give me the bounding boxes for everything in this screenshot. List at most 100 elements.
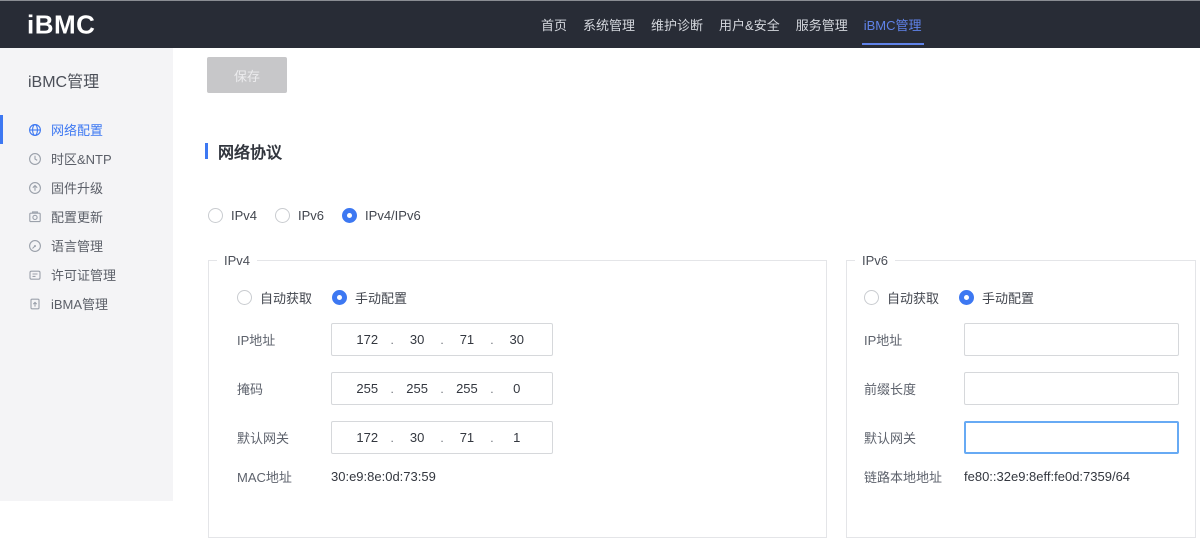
nav-system-management[interactable]: 系统管理 xyxy=(583,1,635,48)
sidebar-item-config-update[interactable]: 配置更新 xyxy=(0,202,173,231)
ipv4-gateway-input[interactable]: 172 . 30 . 71 . 1 xyxy=(331,421,553,454)
ip-octet[interactable]: 172 xyxy=(344,430,391,445)
ipv6-gateway-label: 默认网关 xyxy=(864,428,964,447)
ipv6-link-local-row: 链路本地地址 fe80::32e9:8eff:fe0d:7359/64 xyxy=(847,466,1195,486)
sidebar-item-label: iBMA管理 xyxy=(51,294,108,313)
license-icon xyxy=(28,268,42,282)
nav-home[interactable]: 首页 xyxy=(541,1,567,48)
ipv6-link-local-label: 链路本地地址 xyxy=(864,467,964,486)
ip-octet[interactable]: 30 xyxy=(394,430,441,445)
ipv4-legend: IPv4 xyxy=(217,253,257,268)
radio-label: 手动配置 xyxy=(982,288,1034,307)
sidebar-item-label: 语言管理 xyxy=(51,236,103,255)
radio-unchecked-icon xyxy=(275,208,290,223)
ipv4-gateway-label: 默认网关 xyxy=(237,428,331,447)
sidebar-item-label: 时区&NTP xyxy=(51,149,112,168)
radio-checked-icon xyxy=(332,290,347,305)
sidebar-item-language-management[interactable]: 语言管理 xyxy=(0,231,173,260)
protocol-radio-group: IPv4 IPv6 IPv4/IPv6 xyxy=(208,208,421,223)
nav-ibmc-management[interactable]: iBMC管理 xyxy=(864,1,922,48)
main-content: 保存 网络协议 IPv4 IPv6 IPv4/IPv6 IPv4 自动获取 xyxy=(173,48,1200,501)
ipv6-ip-input[interactable] xyxy=(964,323,1179,356)
sidebar-item-license-management[interactable]: 许可证管理 xyxy=(0,260,173,289)
ipv4-gateway-row: 默认网关 172 . 30 . 71 . 1 xyxy=(209,421,826,454)
section-title-bar xyxy=(205,143,208,159)
ipv4-mask-input[interactable]: 255 . 255 . 255 . 0 xyxy=(331,372,553,405)
sidebar-item-label: 配置更新 xyxy=(51,207,103,226)
ip-octet[interactable]: 71 xyxy=(444,430,491,445)
ipv4-panel: IPv4 自动获取 手动配置 IP地址 172 . 30 . 7 xyxy=(208,253,827,538)
globe-icon xyxy=(28,123,42,137)
ipv6-mode-radio-group: 自动获取 手动配置 xyxy=(847,288,1195,307)
radio-label: 自动获取 xyxy=(260,288,312,307)
ipv4-ip-input[interactable]: 172 . 30 . 71 . 30 xyxy=(331,323,553,356)
radio-label: IPv4/IPv6 xyxy=(365,208,421,223)
ip-octet[interactable]: 255 xyxy=(344,381,391,396)
ip-octet[interactable]: 0 xyxy=(494,381,541,396)
radio-label: 自动获取 xyxy=(887,288,939,307)
ipv4-mode-radio-group: 自动获取 手动配置 xyxy=(209,288,826,307)
ipv6-panel: IPv6 自动获取 手动配置 IP地址 前缀长度 默认 xyxy=(846,253,1196,538)
ip-octet[interactable]: 71 xyxy=(444,332,491,347)
radio-label: IPv4 xyxy=(231,208,257,223)
ipv4-ip-row: IP地址 172 . 30 . 71 . 30 xyxy=(209,323,826,356)
sidebar-item-label: 网络配置 xyxy=(51,120,103,139)
ipv4-mac-row: MAC地址 30:e9:8e:0d:73:59 xyxy=(209,466,826,486)
protocol-panels: IPv4 自动获取 手动配置 IP地址 172 . 30 . 7 xyxy=(208,253,1196,538)
ipv4-radio-auto[interactable]: 自动获取 xyxy=(237,288,312,307)
language-icon xyxy=(28,239,42,253)
radio-unchecked-icon xyxy=(208,208,223,223)
ip-octet[interactable]: 172 xyxy=(344,332,391,347)
top-header: iBMC 首页 系统管理 维护诊断 用户&安全 服务管理 iBMC管理 xyxy=(0,0,1200,48)
radio-checked-icon xyxy=(959,290,974,305)
app-logo[interactable]: iBMC xyxy=(27,9,95,40)
ip-octet[interactable]: 30 xyxy=(494,332,541,347)
ipv6-prefix-row: 前缀长度 xyxy=(847,372,1195,405)
ipv4-mac-value: 30:e9:8e:0d:73:59 xyxy=(331,469,436,484)
ipv4-mask-row: 掩码 255 . 255 . 255 . 0 xyxy=(209,372,826,405)
ipv6-ip-label: IP地址 xyxy=(864,330,964,349)
ip-octet[interactable]: 255 xyxy=(444,381,491,396)
nav-user-security[interactable]: 用户&安全 xyxy=(719,1,780,48)
radio-unchecked-icon xyxy=(237,290,252,305)
ipv6-prefix-label: 前缀长度 xyxy=(864,379,964,398)
ipv6-radio-auto[interactable]: 自动获取 xyxy=(864,288,939,307)
sidebar-item-timezone-ntp[interactable]: 时区&NTP xyxy=(0,144,173,173)
ibma-document-icon xyxy=(28,297,42,311)
radio-label: 手动配置 xyxy=(355,288,407,307)
ipv6-ip-row: IP地址 xyxy=(847,323,1195,356)
sidebar-item-label: 许可证管理 xyxy=(51,265,116,284)
ip-octet[interactable]: 30 xyxy=(394,332,441,347)
radio-label: IPv6 xyxy=(298,208,324,223)
ipv6-prefix-input[interactable] xyxy=(964,372,1179,405)
ipv6-radio-manual[interactable]: 手动配置 xyxy=(959,288,1034,307)
ipv6-legend: IPv6 xyxy=(855,253,895,268)
ipv6-gateway-input[interactable] xyxy=(964,421,1179,454)
sidebar-title: iBMC管理 xyxy=(28,68,173,92)
sidebar: iBMC管理 网络配置 时区&NTP 固件升 xyxy=(0,48,173,501)
ip-octet[interactable]: 255 xyxy=(394,381,441,396)
section-title-text: 网络协议 xyxy=(218,139,282,163)
sidebar-menu: 网络配置 时区&NTP 固件升级 配置更 xyxy=(0,115,173,318)
sidebar-item-network-config[interactable]: 网络配置 xyxy=(0,115,173,144)
ipv4-radio-manual[interactable]: 手动配置 xyxy=(332,288,407,307)
sidebar-item-label: 固件升级 xyxy=(51,178,103,197)
radio-ipv4[interactable]: IPv4 xyxy=(208,208,257,223)
ipv4-mac-label: MAC地址 xyxy=(237,467,331,486)
section-title: 网络协议 xyxy=(205,139,282,163)
ipv4-mask-label: 掩码 xyxy=(237,379,331,398)
radio-ipv4-ipv6[interactable]: IPv4/IPv6 xyxy=(342,208,421,223)
upgrade-arrow-icon xyxy=(28,181,42,195)
ipv6-link-local-value: fe80::32e9:8eff:fe0d:7359/64 xyxy=(964,469,1130,484)
sidebar-item-firmware-upgrade[interactable]: 固件升级 xyxy=(0,173,173,202)
top-nav: 首页 系统管理 维护诊断 用户&安全 服务管理 iBMC管理 xyxy=(541,1,922,48)
save-button[interactable]: 保存 xyxy=(207,57,287,93)
nav-maintenance-diagnostics[interactable]: 维护诊断 xyxy=(651,1,703,48)
ip-octet[interactable]: 1 xyxy=(494,430,541,445)
config-update-icon xyxy=(28,210,42,224)
radio-unchecked-icon xyxy=(864,290,879,305)
radio-checked-icon xyxy=(342,208,357,223)
radio-ipv6[interactable]: IPv6 xyxy=(275,208,324,223)
nav-service-management[interactable]: 服务管理 xyxy=(796,1,848,48)
sidebar-item-ibma-management[interactable]: iBMA管理 xyxy=(0,289,173,318)
